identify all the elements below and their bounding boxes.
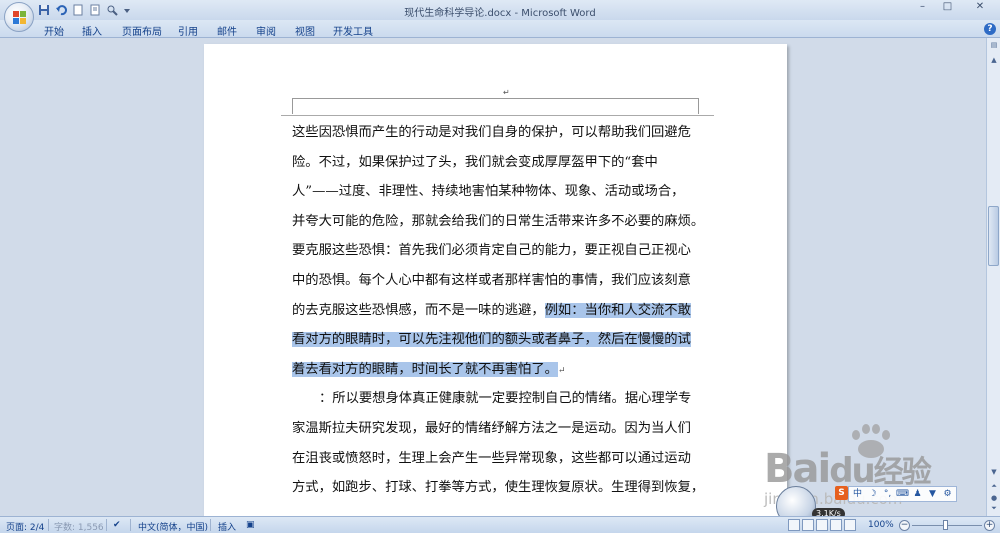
- window-controls: – □ ✕: [910, 0, 1000, 16]
- title-bar: 现代生命科学导论.docx - Microsoft Word – □ ✕: [0, 0, 1000, 20]
- body-line: 这些因恐惧而产生的行动是对我们自身的保护，可以帮助我们回避危: [292, 125, 691, 140]
- document-body[interactable]: 这些因恐惧而产生的行动是对我们自身的保护，可以帮助我们回避危 险。不过，如果保护…: [292, 118, 705, 503]
- scroll-down-icon[interactable]: ▼: [989, 468, 999, 478]
- body-line: 要克服这些恐惧：首先我们必须肯定自己的能力，要正视自己正视心: [292, 243, 691, 259]
- body-line: 着去看对方的眼睛，时间长了就不再害怕了。↵: [292, 355, 702, 385]
- body-line: 家温斯拉夫研究发现，最好的情绪纾解方法之一是运动。因为当人们: [292, 420, 691, 436]
- print-layout-view-icon[interactable]: [788, 519, 800, 531]
- previous-page-icon[interactable]: ⏶: [989, 482, 999, 492]
- selected-text: 着去看对方的眼睛，时间长了就不再害怕了。: [292, 361, 558, 377]
- ime-settings-icon[interactable]: ⚙: [941, 488, 954, 500]
- close-button[interactable]: ✕: [960, 0, 1000, 16]
- web-layout-view-icon[interactable]: [816, 519, 828, 531]
- full-screen-view-icon[interactable]: [802, 519, 814, 531]
- ime-user-icon[interactable]: ♟: [911, 488, 924, 500]
- ime-skin-icon[interactable]: ▼: [926, 488, 939, 500]
- header-paragraph-mark: ↵: [503, 88, 510, 97]
- header-region[interactable]: [281, 98, 714, 116]
- maximize-button[interactable]: □: [935, 0, 960, 16]
- ime-toolbar[interactable]: 中 ☽ °, ⌨ ♟ ▼ ⚙: [848, 486, 957, 502]
- macro-record-icon[interactable]: ▣: [246, 520, 255, 530]
- office-logo-icon: [13, 11, 27, 25]
- ime-punct-icon[interactable]: °,: [881, 488, 894, 500]
- zoom-in-button[interactable]: +: [984, 520, 995, 531]
- body-line: 中的恐惧。每个人心中都有这样或者那样害怕的事情，我们应该刻意: [292, 272, 691, 288]
- tab-page-layout[interactable]: 页面布局: [122, 23, 162, 38]
- ribbon-tab-bar: 开始 插入 页面布局 引用 邮件 审阅 视图 开发工具 ?: [0, 20, 1000, 38]
- ime-chinese-icon[interactable]: 中: [851, 488, 864, 500]
- outline-view-icon[interactable]: [830, 519, 842, 531]
- body-line: 并夸大可能的危险，那就会给我们的日常生活带来许多不必要的麻烦。: [292, 213, 705, 229]
- window-title: 现代生命科学导论.docx - Microsoft Word: [404, 8, 596, 19]
- tab-view[interactable]: 视图: [295, 23, 315, 38]
- paragraph-mark: ↵: [557, 365, 566, 376]
- ruler-toggle-icon[interactable]: ▤: [989, 41, 999, 51]
- next-page-icon[interactable]: ⏷: [989, 504, 999, 514]
- help-icon[interactable]: ?: [984, 23, 996, 35]
- scroll-up-icon[interactable]: ▲: [989, 56, 999, 66]
- insert-mode[interactable]: 插入: [218, 520, 236, 533]
- body-text: 的去克服这些恐惧感，而不是一味的逃避，: [292, 302, 545, 318]
- tab-developer[interactable]: 开发工具: [333, 23, 373, 38]
- tab-insert[interactable]: 插入: [82, 23, 102, 38]
- tab-references[interactable]: 引用: [178, 23, 198, 38]
- word-count[interactable]: 字数: 1,556: [54, 520, 104, 533]
- tab-mailings[interactable]: 邮件: [217, 23, 237, 38]
- ime-logo[interactable]: S: [835, 486, 848, 500]
- tab-review[interactable]: 审阅: [256, 23, 276, 38]
- body-line: 的去克服这些恐惧感，而不是一味的逃避，例如：当你和人交流不敢: [292, 296, 702, 326]
- minimize-button[interactable]: –: [910, 0, 935, 16]
- proofing-icon[interactable]: ✔: [113, 520, 121, 530]
- office-button[interactable]: [4, 2, 34, 32]
- body-line: 方式，如跑步、打球、打拳等方式，使生理恢复原状。生理得到恢复，: [292, 480, 705, 496]
- body-line: 看对方的眼睛时，可以先注视他们的额头或者鼻子，然后在慢慢的试: [292, 325, 702, 355]
- page-indicator[interactable]: 页面: 2/4: [6, 520, 44, 533]
- body-line: 人”——过度、非理性、持续地害怕某种物体、现象、活动或场合，: [292, 184, 685, 200]
- zoom-slider-thumb[interactable]: [943, 520, 948, 530]
- ime-moon-icon[interactable]: ☽: [866, 488, 879, 500]
- language-indicator[interactable]: 中文(简体，中国): [138, 520, 208, 533]
- scroll-thumb[interactable]: [988, 206, 999, 266]
- selected-text: 例如：当你和人交流不敢: [544, 302, 691, 318]
- browse-object-icon[interactable]: ●: [989, 494, 999, 504]
- draft-view-icon[interactable]: [844, 519, 856, 531]
- body-line: 险。不过，如果保护过了头，我们就会变成厚厚盔甲下的“套中: [292, 154, 658, 170]
- zoom-out-button[interactable]: −: [899, 520, 910, 531]
- status-bar: 页面: 2/4 字数: 1,556 ✔ 中文(简体，中国) 插入 ▣ 100% …: [0, 516, 1000, 533]
- body-line: 在沮丧或愤怒时，生理上会产生一些异常现象，这些都可以通过运动: [292, 450, 691, 466]
- selected-text: 看对方的眼睛时，可以先注视他们的额头或者鼻子，然后在慢慢的试: [292, 332, 691, 348]
- zoom-level[interactable]: 100%: [868, 520, 894, 530]
- tab-home[interactable]: 开始: [44, 23, 64, 38]
- ime-keyboard-icon[interactable]: ⌨: [896, 488, 909, 500]
- body-line: ：所以要想身体真正健康就一定要控制自己的情绪。据心理学专: [319, 391, 692, 407]
